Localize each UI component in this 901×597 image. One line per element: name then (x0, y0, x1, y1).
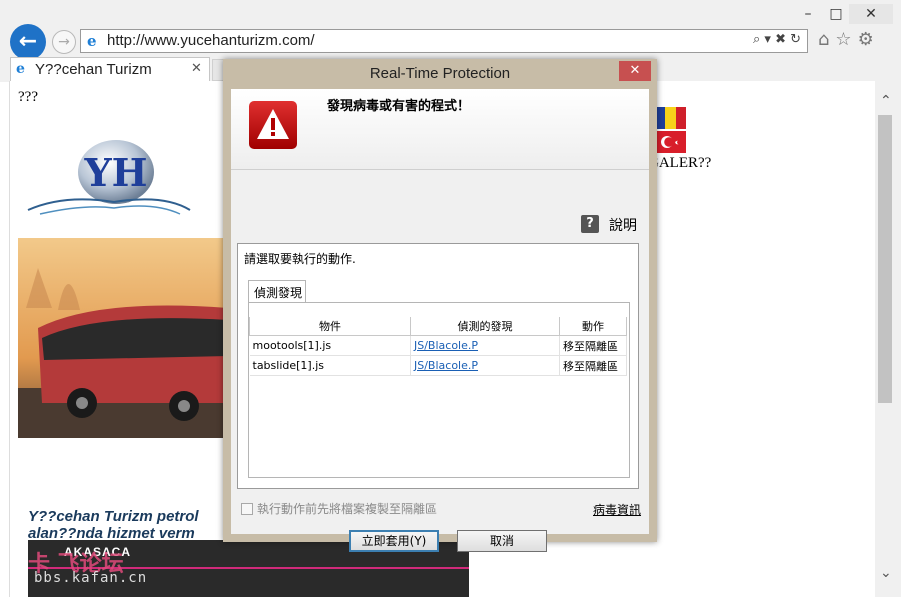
finding-link[interactable]: JS/Blacole.P (410, 335, 560, 356)
address-bar[interactable]: e http://www.yucehanturizm.com/ ⌕ ▾ ✖ ↻ (80, 29, 808, 53)
forward-button[interactable]: → (52, 30, 76, 54)
vertical-scrollbar[interactable]: ⌃ ⌄ (875, 81, 901, 597)
tab-detections-label: 偵測發現 (254, 286, 303, 300)
realtime-protection-dialog: Real-Time Protection ✕ 發現病毒或有害的程式！ ? 說明 … (223, 59, 657, 552)
column-header-action[interactable]: 動作 (559, 317, 627, 336)
object-cell: tabslide[1].js (249, 355, 411, 376)
finding-link[interactable]: JS/Blacole.P (410, 355, 560, 376)
scrollbar-thumb[interactable] (878, 115, 892, 403)
object-cell: mootools[1].js (249, 335, 411, 356)
watermark-url: bbs.kafan.cn (34, 570, 148, 586)
threat-heading: 發現病毒或有害的程式！ (327, 99, 471, 114)
column-header-finding[interactable]: 偵測的發現 (410, 317, 560, 336)
apply-now-button[interactable]: 立即套用(Y) (349, 530, 439, 552)
detections-panel: 物件 偵測的發現 動作 mootools[1].js JS/Blacole.P … (248, 302, 630, 478)
column-header-object[interactable]: 物件 (249, 317, 411, 336)
romanian-flag-icon[interactable] (655, 107, 686, 129)
yh-logo: YH (27, 140, 191, 215)
scroll-down-arrow-icon[interactable]: ⌄ (880, 565, 892, 581)
dialog-close-button[interactable]: ✕ (619, 61, 651, 81)
promo-text: Y??cehan Turizm petrol alan??nda hizmet … (28, 508, 199, 542)
ie-page-icon: e (87, 32, 97, 50)
help-icon[interactable]: ? (581, 215, 599, 233)
quarantine-copy-checkbox[interactable] (241, 503, 253, 515)
dialog-header: 發現病毒或有害的程式！ (231, 89, 649, 170)
help-link[interactable]: 說明 (609, 215, 637, 235)
yh-logo-text: YH (83, 150, 147, 195)
minimize-button[interactable]: – (794, 4, 822, 24)
turkish-flag-icon[interactable] (655, 131, 686, 153)
tab-close-icon[interactable]: ✕ (191, 61, 202, 76)
action-group: 請選取要執行的動作. 偵測發現 物件 偵測的發現 動作 mootools[1].… (237, 243, 639, 489)
back-arrow-icon: ← (18, 29, 38, 54)
tab-detections[interactable]: 偵測發現 (248, 280, 306, 302)
gallery-text[interactable]: GALER?? (648, 155, 711, 172)
action-prompt-label: 請選取要執行的動作. (244, 252, 356, 266)
table-row[interactable]: tabslide[1].js JS/Blacole.P 移至隔離區 (249, 355, 627, 376)
scroll-up-arrow-icon[interactable]: ⌃ (880, 93, 892, 109)
warning-icon (249, 101, 297, 149)
tab-title: Y??cehan Turizm (35, 61, 152, 78)
action-cell[interactable]: 移至隔離區 (559, 355, 627, 376)
bus-image (18, 238, 228, 438)
url-text[interactable]: http://www.yucehanturizm.com/ (107, 32, 315, 49)
dialog-body: 發現病毒或有害的程式！ ? 說明 請選取要執行的動作. 偵測發現 物件 偵測的發… (231, 89, 649, 552)
action-cell[interactable]: 移至隔離區 (559, 335, 627, 356)
quarantine-copy-label: 執行動作前先將檔案複製至隔離區 (257, 502, 438, 516)
table-row[interactable]: mootools[1].js JS/Blacole.P 移至隔離區 (249, 335, 627, 356)
back-button[interactable]: ← (10, 24, 46, 60)
detections-table: 物件 偵測的發現 動作 mootools[1].js JS/Blacole.P … (249, 317, 627, 376)
address-bar-icons[interactable]: ⌕ ▾ ✖ ↻ (753, 32, 801, 47)
page-top-text: ??? (18, 89, 38, 105)
ie-tab-icon: e (16, 61, 25, 77)
browser-tab[interactable]: e Y??cehan Turizm ✕ (10, 57, 210, 81)
window-close-button[interactable]: ✕ (849, 4, 893, 24)
forward-arrow-icon: → (58, 34, 70, 50)
cancel-button[interactable]: 取消 (457, 530, 547, 552)
virus-info-link[interactable]: 病毒資訊 (593, 501, 641, 518)
home-favorites-settings-icons[interactable]: ⌂☆⚙ (818, 29, 880, 50)
maximize-button[interactable]: □ (822, 4, 850, 24)
dialog-title: Real-Time Protection (369, 65, 511, 82)
